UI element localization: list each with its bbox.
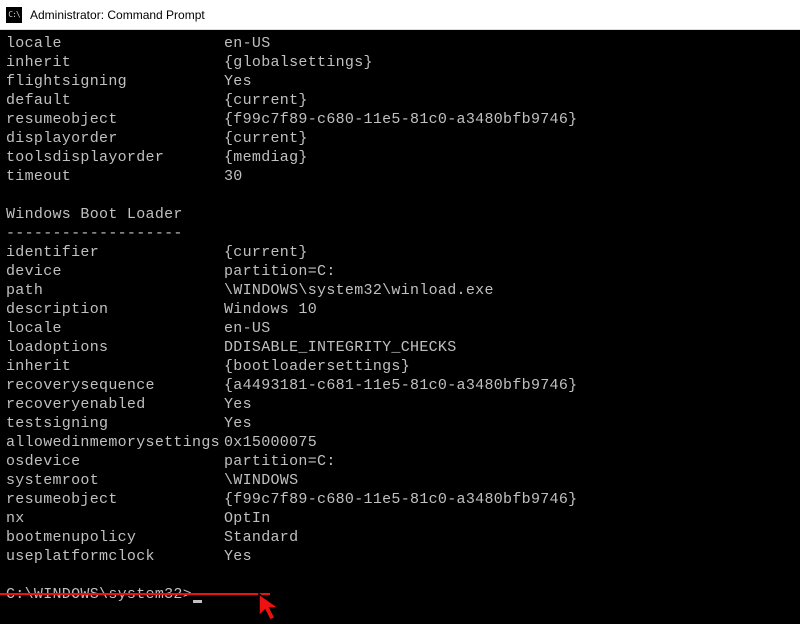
output-key: osdevice	[6, 452, 224, 471]
output-value: en-US	[224, 34, 794, 53]
output-value: {current}	[224, 91, 794, 110]
window-titlebar: C:\ Administrator: Command Prompt	[0, 0, 800, 30]
output-key: identifier	[6, 243, 224, 262]
output-key: description	[6, 300, 224, 319]
output-value: {current}	[224, 243, 794, 262]
output-key: recoveryenabled	[6, 395, 224, 414]
output-key: toolsdisplayorder	[6, 148, 224, 167]
output-key: inherit	[6, 53, 224, 72]
output-row: path\WINDOWS\system32\winload.exe	[6, 281, 794, 300]
output-row: recoveryenabledYes	[6, 395, 794, 414]
output-value: Yes	[224, 547, 794, 566]
output-key: nx	[6, 509, 224, 528]
output-key: loadoptions	[6, 338, 224, 357]
output-key: bootmenupolicy	[6, 528, 224, 547]
output-row: timeout30	[6, 167, 794, 186]
output-row: descriptionWindows 10	[6, 300, 794, 319]
output-key: locale	[6, 34, 224, 53]
output-key: resumeobject	[6, 490, 224, 509]
output-value: {a4493181-c681-11e5-81c0-a3480bfb9746}	[224, 376, 794, 395]
output-value: {globalsettings}	[224, 53, 794, 72]
output-key: useplatformclock	[6, 547, 224, 566]
output-row: allowedinmemorysettings0x15000075	[6, 433, 794, 452]
output-row: resumeobject{f99c7f89-c680-11e5-81c0-a34…	[6, 110, 794, 129]
output-row: displayorder{current}	[6, 129, 794, 148]
output-row: resumeobject{f99c7f89-c680-11e5-81c0-a34…	[6, 490, 794, 509]
output-value: partition=C:	[224, 452, 794, 471]
output-row: bootmenupolicyStandard	[6, 528, 794, 547]
output-row: inherit{globalsettings}	[6, 53, 794, 72]
output-value: {bootloadersettings}	[224, 357, 794, 376]
output-row: recoverysequence{a4493181-c681-11e5-81c0…	[6, 376, 794, 395]
output-key: allowedinmemorysettings	[6, 433, 224, 452]
window-title: Administrator: Command Prompt	[30, 8, 205, 22]
output-row: inherit{bootloadersettings}	[6, 357, 794, 376]
output-key: inherit	[6, 357, 224, 376]
output-key: timeout	[6, 167, 224, 186]
output-value: en-US	[224, 319, 794, 338]
output-row: default{current}	[6, 91, 794, 110]
output-row: localeen-US	[6, 319, 794, 338]
output-value: Standard	[224, 528, 794, 547]
output-row: flightsigningYes	[6, 72, 794, 91]
output-key: path	[6, 281, 224, 300]
output-row: identifier{current}	[6, 243, 794, 262]
output-key: resumeobject	[6, 110, 224, 129]
output-row: localeen-US	[6, 34, 794, 53]
section-title: Windows Boot Loader	[6, 205, 794, 224]
output-value: Yes	[224, 72, 794, 91]
output-row: loadoptionsDDISABLE_INTEGRITY_CHECKS	[6, 338, 794, 357]
output-row: nxOptIn	[6, 509, 794, 528]
output-value: DDISABLE_INTEGRITY_CHECKS	[224, 338, 794, 357]
cmd-icon: C:\	[6, 7, 22, 23]
output-value: 0x15000075	[224, 433, 794, 452]
output-row: testsigningYes	[6, 414, 794, 433]
output-value: 30	[224, 167, 794, 186]
output-key: displayorder	[6, 129, 224, 148]
output-value: {current}	[224, 129, 794, 148]
output-row: devicepartition=C:	[6, 262, 794, 281]
output-row: toolsdisplayorder{memdiag}	[6, 148, 794, 167]
output-row: useplatformclockYes	[6, 547, 794, 566]
output-key: systemroot	[6, 471, 224, 490]
annotation-underline	[0, 593, 270, 595]
output-row: systemroot\WINDOWS	[6, 471, 794, 490]
output-key: recoverysequence	[6, 376, 224, 395]
section-divider: -------------------	[6, 224, 794, 243]
output-value: OptIn	[224, 509, 794, 528]
output-value: partition=C:	[224, 262, 794, 281]
output-row: osdevicepartition=C:	[6, 452, 794, 471]
output-key: testsigning	[6, 414, 224, 433]
output-key: device	[6, 262, 224, 281]
output-key: default	[6, 91, 224, 110]
terminal-output[interactable]: localeen-USinherit{globalsettings}flight…	[0, 30, 800, 624]
output-key: locale	[6, 319, 224, 338]
output-value: {memdiag}	[224, 148, 794, 167]
output-key: flightsigning	[6, 72, 224, 91]
output-value: {f99c7f89-c680-11e5-81c0-a3480bfb9746}	[224, 490, 794, 509]
output-value: Yes	[224, 395, 794, 414]
output-value: \WINDOWS\system32\winload.exe	[224, 281, 794, 300]
cursor	[193, 600, 202, 603]
output-value: Windows 10	[224, 300, 794, 319]
output-value: \WINDOWS	[224, 471, 794, 490]
output-value: {f99c7f89-c680-11e5-81c0-a3480bfb9746}	[224, 110, 794, 129]
output-value: Yes	[224, 414, 794, 433]
